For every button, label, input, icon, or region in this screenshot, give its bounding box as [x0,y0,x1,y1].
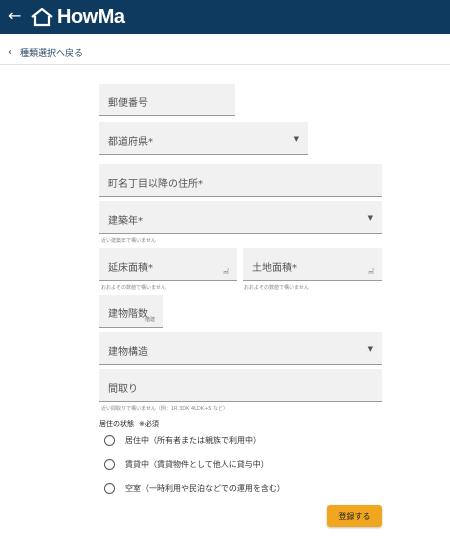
chevron-left-icon: ‹ [8,47,12,58]
land-area-unit: ㎡ [367,269,374,276]
layout-input[interactable]: 間取り [99,369,382,402]
built-year-label: 建築年* [108,216,143,227]
built-year-helper: 近い建築年で構いません [101,238,156,244]
floor-area-label: 延床面積* [108,263,153,274]
floors-unit: 階建 [144,317,155,323]
register-button[interactable]: 登録する [327,505,382,527]
radio-label: 賃貸中（賃貸物件として他人に貸与中） [125,460,269,469]
floors-input[interactable]: 建物階数 階建 [99,295,163,328]
back-to-type-select-link[interactable]: ‹ 種類選択へ戻る [8,46,83,59]
residence-title-text: 居住の状態 [99,420,134,428]
caret-down-icon: ▼ [367,345,373,353]
address-label: 町名丁目以降の住所* [108,179,203,190]
built-year-select[interactable]: 建築年* ▼ [99,201,382,234]
floor-area-helper: おおよその数値で構いません [101,285,166,291]
residence-option-occupied[interactable]: 居住中（所有者または親族で利用中） [104,435,261,446]
howma-logo[interactable]: HowMa [30,6,125,28]
residence-option-vacant[interactable]: 空室（一時利用や民泊などでの運用を含む） [104,483,285,494]
required-mark: ※必須 [139,420,159,428]
app-header: ← HowMa [0,0,450,34]
prefecture-select[interactable]: 都道府県* ▼ [99,122,308,155]
layout-helper: 近い間取りで構いません（例：1R 3DK 4LDK+S など） [101,406,229,412]
floor-area-input[interactable]: 延床面積* ㎡ [99,248,237,281]
house-logo-icon [31,7,53,27]
divider [0,64,450,65]
radio-button[interactable] [104,435,115,446]
prefecture-label: 都道府県* [108,137,153,148]
postal-code-label: 郵便番号 [108,98,148,109]
floors-label: 建物階数 [108,309,148,320]
land-area-label: 土地面積* [252,263,297,274]
land-area-helper: おおよその数値で構いません [244,285,309,291]
address-input[interactable]: 町名丁目以降の住所* [99,164,382,197]
radio-button[interactable] [104,483,115,494]
layout-label: 間取り [108,384,138,395]
back-link-label: 種類選択へ戻る [20,49,84,59]
residence-option-rented[interactable]: 賃貸中（賃貸物件として他人に貸与中） [104,459,269,470]
radio-label: 居住中（所有者または親族で利用中） [125,436,261,445]
floor-area-unit: ㎡ [222,269,229,276]
land-area-input[interactable]: 土地面積* ㎡ [243,248,382,281]
logo-text: HowMa [57,5,125,28]
caret-down-icon: ▼ [293,135,299,143]
structure-select[interactable]: 建物構造 ▼ [99,332,382,365]
back-arrow-icon[interactable]: ← [8,6,21,26]
structure-label: 建物構造 [108,347,148,358]
postal-code-input[interactable]: 郵便番号 [99,84,235,116]
residence-status-title: 居住の状態 ※必須 [99,419,159,429]
radio-button[interactable] [104,459,115,470]
radio-label: 空室（一時利用や民泊などでの運用を含む） [125,484,285,493]
caret-down-icon: ▼ [367,214,373,222]
